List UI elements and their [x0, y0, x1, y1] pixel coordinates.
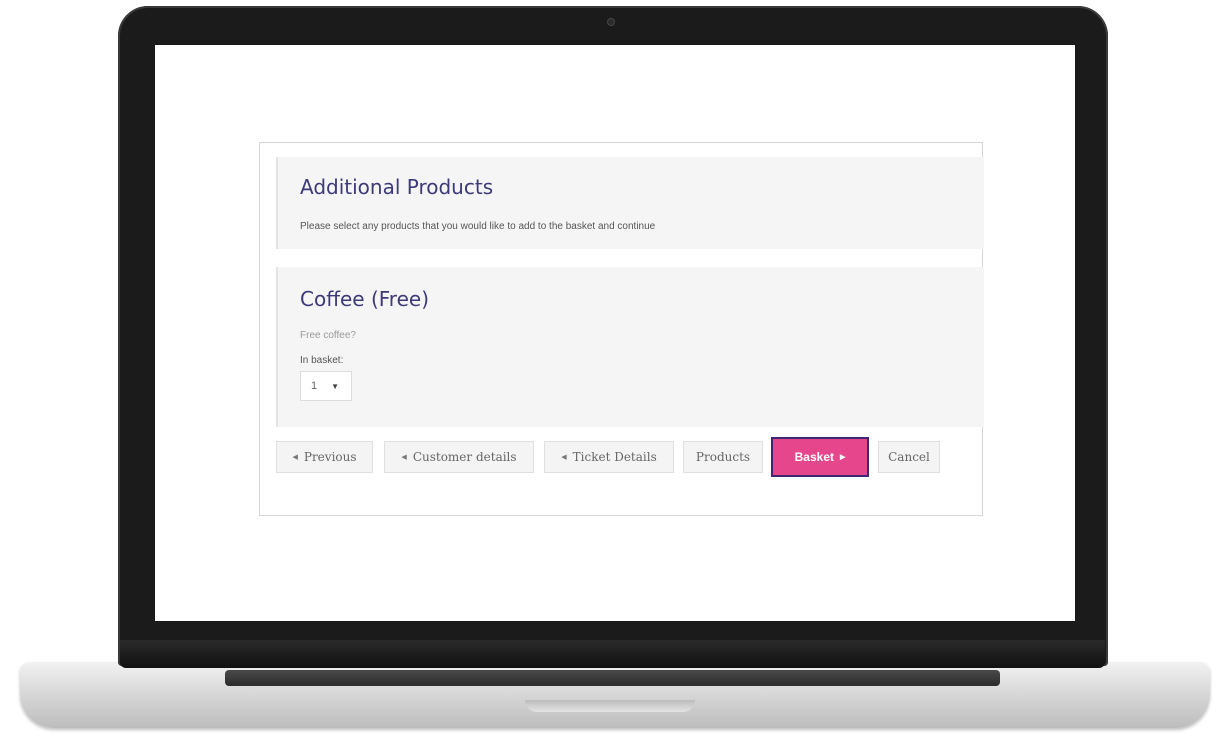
chevron-left-icon: ◀: [401, 453, 407, 461]
previous-button[interactable]: ◀ Previous: [276, 441, 373, 473]
ticket-details-label: Ticket Details: [572, 450, 657, 464]
product-description: Free coffee?: [300, 330, 356, 341]
chevron-left-icon: ◀: [561, 453, 567, 461]
camera-icon: [607, 18, 615, 26]
customer-details-button[interactable]: ◀ Customer details: [384, 441, 534, 473]
product-title: Coffee (Free): [300, 287, 429, 311]
product-card-coffee: Coffee (Free) Free coffee? In basket: 1 …: [276, 267, 984, 427]
chevron-right-icon: ▶: [839, 454, 846, 461]
additional-products-section: Additional Products Please select any pr…: [276, 157, 984, 249]
products-label: Products: [695, 450, 751, 464]
laptop-hinge: [120, 640, 1105, 668]
products-button[interactable]: Products: [683, 441, 763, 473]
laptop-notch: [525, 700, 695, 712]
customer-details-label: Customer details: [412, 450, 517, 464]
basket-label: Basket: [794, 450, 834, 464]
ticket-details-button[interactable]: ◀ Ticket Details: [544, 441, 674, 473]
cancel-button[interactable]: Cancel: [878, 441, 940, 473]
in-basket-label: In basket:: [300, 355, 344, 366]
cancel-label: Cancel: [888, 450, 930, 464]
quantity-value: 1: [311, 380, 318, 392]
checkout-panel: Additional Products Please select any pr…: [259, 142, 984, 516]
keyboard-strip: [225, 670, 1000, 686]
previous-label: Previous: [303, 450, 357, 464]
instruction-text: Please select any products that you woul…: [300, 221, 656, 232]
basket-button[interactable]: Basket ▶: [771, 437, 869, 477]
screen: Additional Products Please select any pr…: [155, 45, 1075, 621]
quantity-select[interactable]: 1 ▼: [300, 371, 352, 401]
chevron-down-icon: ▼: [331, 381, 340, 391]
page-title: Additional Products: [300, 175, 494, 199]
chevron-left-icon: ◀: [292, 453, 298, 461]
